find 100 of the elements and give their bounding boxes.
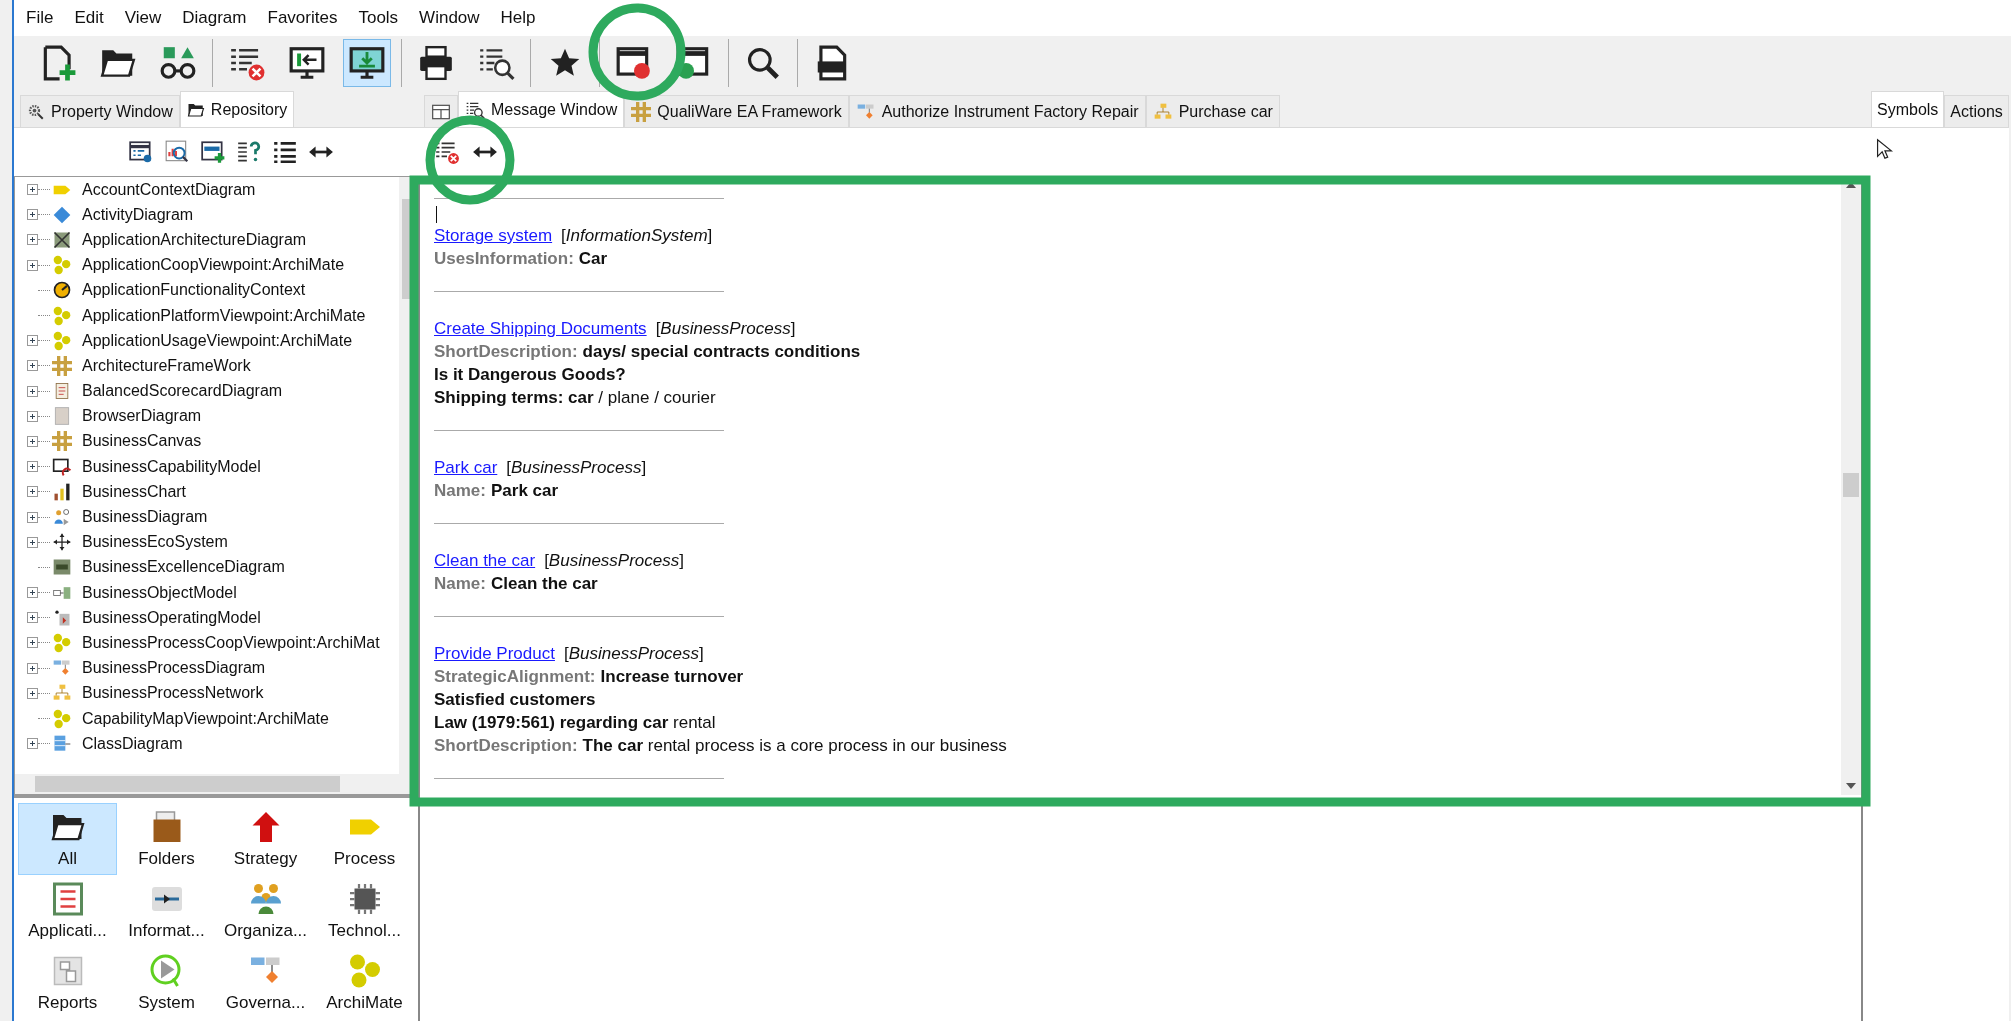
monitor-download-button[interactable] [343,39,391,87]
expand-button[interactable] [27,687,38,699]
tab[interactable] [424,95,458,127]
palette-item[interactable]: Informat... [117,875,216,947]
expand-button[interactable] [27,410,38,422]
item-link[interactable]: Park car [434,458,498,477]
expand-button[interactable] [27,435,38,447]
tab[interactable]: Purchase car [1145,95,1280,127]
tree-item[interactable]: ApplicationArchitectureDiagram [82,230,307,249]
menu-item[interactable]: Help [500,8,536,28]
field-value: The car rental process is a core process in our business [582,736,1007,755]
tree-item[interactable]: ApplicationPlatformViewpoint:ArchiMate [82,306,366,325]
settings-list-button[interactable] [128,139,154,165]
field-label: StrategicAlignment: [434,667,596,686]
palette-item[interactable]: Strategy [216,803,315,875]
tree-item[interactable]: BusinessCanvas [82,432,202,451]
expand-button[interactable] [27,234,38,246]
tree-item[interactable]: AccountContextDiagram [82,180,256,199]
class-icon [52,733,72,754]
expand-button[interactable] [27,184,38,196]
expand-button[interactable] [27,612,38,624]
expand-button[interactable] [27,536,38,548]
field-label: ShortDescription: [434,342,578,361]
item-type: [BusinessProcess] [506,458,647,477]
palette-item[interactable]: System [117,947,216,1019]
palette-item[interactable]: Governa... [216,947,315,1019]
item-link[interactable]: Clean the car [434,551,536,570]
tree-item[interactable]: ClassDiagram [82,734,183,753]
palette-item[interactable]: All [18,803,117,875]
expand-button[interactable] [27,385,38,397]
grid-icon [52,355,72,376]
tab[interactable]: Symbols [1871,91,1945,127]
menu-item[interactable]: Diagram [182,8,247,28]
expand-button[interactable] [27,637,38,649]
hexagon-cluster-icon [52,708,72,729]
tree-item[interactable]: ArchitectureFrameWork [82,356,251,375]
chart-search-button[interactable] [164,139,190,165]
expand-button[interactable] [27,461,38,473]
tree-item[interactable]: BusinessExcellenceDiagram [82,558,285,577]
bar-chart-icon [52,481,72,502]
menu-item[interactable]: Tools [358,8,399,28]
expand-button[interactable] [27,360,38,372]
field-label: Name: [434,574,486,593]
tree-item[interactable]: BusinessDiagram [82,508,208,527]
item-link[interactable]: Storage system [434,226,553,245]
menu-item[interactable]: Favorites [267,8,338,28]
expand-button[interactable] [27,511,38,523]
text-cursor [436,206,437,223]
tab[interactable]: Repository [179,91,295,127]
gauge-icon [52,280,72,301]
palette-item[interactable]: ArchiMate [315,947,414,1019]
tab[interactable]: QualiWare EA Framework [624,95,849,127]
tree-item[interactable]: BusinessCapabilityModel [82,457,261,476]
tree-item[interactable]: BalancedScorecardDiagram [82,382,283,401]
palette-item[interactable]: Folders [117,803,216,875]
tree-item[interactable]: ApplicationUsageViewpoint:ArchiMate [82,331,353,350]
tab[interactable]: Actions [1944,95,2009,127]
expand-button[interactable] [27,209,38,221]
menu-item[interactable]: View [124,8,162,28]
person-icon [52,507,72,528]
settings-list-icon [128,139,154,165]
expand-button[interactable] [27,587,38,599]
tree-item[interactable]: ApplicationFunctionalityContext [82,281,306,300]
expand-button[interactable] [27,259,38,271]
add-form-button[interactable] [200,139,226,165]
field-value: Increase turnover [600,667,744,686]
list-delete-button[interactable] [434,139,460,165]
tree-item[interactable]: ActivityDiagram [82,205,194,224]
tree-item[interactable]: BusinessProcessNetwork [82,684,264,703]
tab[interactable]: Message Window [458,91,625,127]
palette-item[interactable]: Technol... [315,875,414,947]
list-button[interactable] [272,139,298,165]
palette-item[interactable]: Organiza... [216,875,315,947]
menu-item[interactable]: Window [419,8,480,28]
tab[interactable]: Authorize Instrument Factory Repair [848,95,1146,127]
palette-item[interactable]: Process [315,803,414,875]
tree-item[interactable]: BusinessProcessDiagram [82,659,266,678]
menu-item[interactable]: Edit [74,8,104,28]
menu-item[interactable]: File [26,8,54,28]
tree-item[interactable]: ApplicationCoopViewpoint:ArchiMate [82,256,345,275]
palette-item[interactable]: Applicati... [18,875,117,947]
tree-item[interactable]: BusinessOperatingModel [82,608,261,627]
tree-item[interactable]: BusinessEcoSystem [82,533,228,552]
tree-item[interactable]: BusinessChart [82,482,187,501]
expand-button[interactable] [27,486,38,498]
expand-button[interactable] [27,335,38,347]
tree-item[interactable]: BusinessObjectModel [82,583,237,602]
gear-search-icon [27,102,45,121]
tab[interactable]: Property Window [20,95,180,127]
expand-button[interactable] [27,662,38,674]
expand-button[interactable] [27,738,38,750]
tree-item[interactable]: CapabilityMapViewpoint:ArchiMate [82,709,329,728]
monitor-icon [288,44,326,82]
palette-item[interactable]: Reports [18,947,117,1019]
item-link[interactable]: Provide Product [434,644,555,663]
item-type: [InformationSystem] [561,226,713,245]
hexagon-cluster-icon [52,255,72,276]
tree-item[interactable]: BrowserDiagram [82,407,202,426]
item-link[interactable]: Create Shipping Documents [434,319,647,338]
tree-item[interactable]: BusinessProcessCoopViewpoint:ArchiMat [82,633,380,652]
